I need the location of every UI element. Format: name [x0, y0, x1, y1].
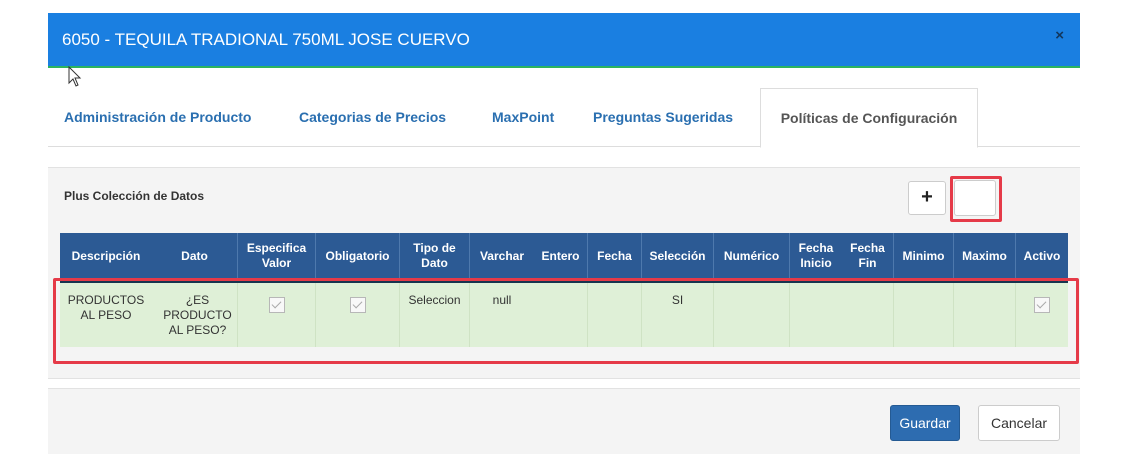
col-tipo-dato[interactable]: Tipo de Dato: [400, 233, 470, 279]
modal-title: 6050 - TEQUILA TRADIONAL 750ML JOSE CUER…: [62, 30, 470, 49]
panel-title: Plus Colección de Datos: [64, 189, 205, 203]
col-obligatorio[interactable]: Obligatorio: [316, 233, 400, 279]
col-dato[interactable]: Dato: [152, 233, 238, 279]
col-fecha[interactable]: Fecha: [588, 233, 642, 279]
col-numerico[interactable]: Numérico: [714, 233, 790, 279]
tab-maxpoint[interactable]: MaxPoint: [492, 88, 554, 146]
table-header: Descripción Dato Especifica Valor Obliga…: [60, 233, 1068, 283]
tab-bar: Administración de Producto Categorias de…: [48, 88, 1080, 148]
col-minimo[interactable]: Minimo: [894, 233, 954, 279]
col-varchar[interactable]: Varchar: [470, 233, 534, 279]
modal-header: 6050 - TEQUILA TRADIONAL 750ML JOSE CUER…: [48, 13, 1080, 68]
tab-politicas-configuracion[interactable]: Políticas de Configuración: [760, 88, 978, 148]
close-icon[interactable]: ×: [1055, 27, 1064, 44]
modal-footer: Guardar Cancelar: [48, 388, 1080, 454]
col-especifica-valor[interactable]: Especifica Valor: [238, 233, 316, 279]
mouse-cursor-icon: [68, 66, 82, 87]
col-seleccion[interactable]: Selección: [642, 233, 714, 279]
plus-data-panel: Plus Colección de Datos + Descripción Da…: [48, 167, 1080, 379]
col-descripcion[interactable]: Descripción: [60, 233, 152, 279]
col-activo[interactable]: Activo: [1016, 233, 1068, 279]
cancel-button[interactable]: Cancelar: [978, 405, 1060, 441]
highlight-box-button: [950, 176, 1002, 222]
col-fecha-fin[interactable]: Fecha Fin: [842, 233, 894, 279]
add-button[interactable]: +: [908, 181, 946, 215]
tab-administracion-producto[interactable]: Administración de Producto: [64, 88, 251, 146]
tab-categorias-precios[interactable]: Categorias de Precios: [299, 88, 446, 146]
tab-preguntas-sugeridas[interactable]: Preguntas Sugeridas: [593, 88, 733, 146]
save-button[interactable]: Guardar: [890, 405, 960, 441]
highlight-box-row: [53, 278, 1079, 364]
col-fecha-inicio[interactable]: Fecha Inicio: [790, 233, 842, 279]
col-maximo[interactable]: Maximo: [954, 233, 1016, 279]
product-modal: 6050 - TEQUILA TRADIONAL 750ML JOSE CUER…: [48, 13, 1080, 454]
col-entero[interactable]: Entero: [534, 233, 588, 279]
